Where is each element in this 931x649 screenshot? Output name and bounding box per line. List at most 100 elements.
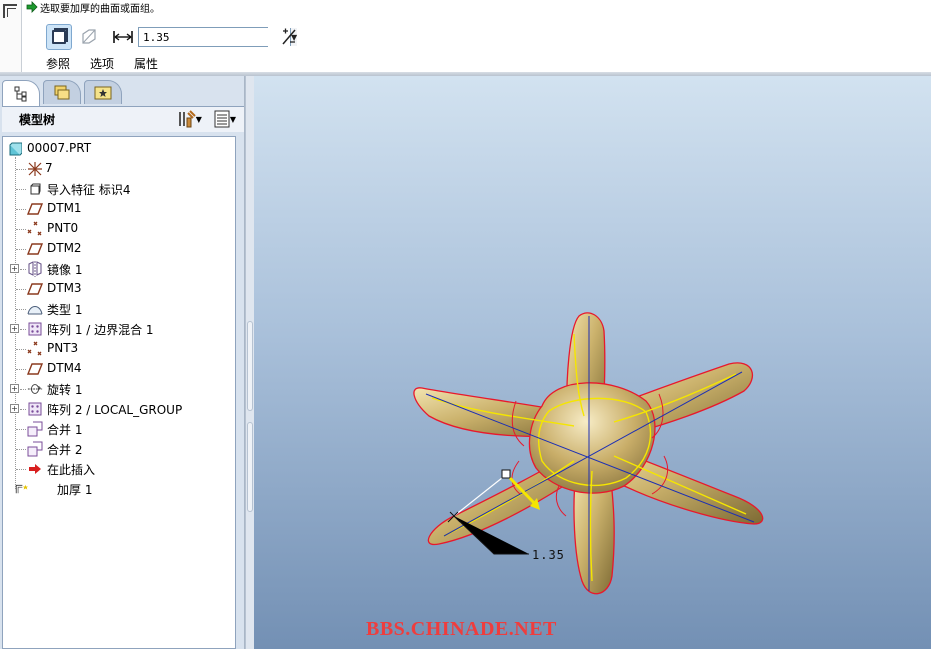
folder-browser-icon bbox=[54, 85, 70, 99]
tree-item-label: 合并 2 bbox=[47, 443, 83, 457]
tree-item[interactable]: 7 bbox=[3, 159, 235, 179]
tab-references[interactable]: 参照 bbox=[46, 55, 70, 72]
tree-item-label: DTM2 bbox=[47, 241, 82, 255]
tree-item-label: 合并 1 bbox=[47, 423, 83, 437]
tree-item-label: 镜像 1 bbox=[47, 263, 83, 277]
tree-item-label: 导入特征 标识4 bbox=[47, 183, 131, 197]
tree-item[interactable]: + 阵列 2 / LOCAL_GROUP bbox=[3, 399, 235, 419]
tools-icon bbox=[178, 110, 196, 128]
tree-item[interactable]: + 旋转 1 bbox=[3, 379, 235, 399]
datum-plane-icon bbox=[27, 241, 43, 257]
tab-properties[interactable]: 属性 bbox=[134, 55, 158, 72]
tree-item-label: PNT0 bbox=[47, 221, 79, 235]
datum-plane-icon bbox=[27, 361, 43, 377]
solid-thicken-button[interactable] bbox=[46, 24, 72, 50]
graphics-window[interactable]: 1.35 BBS.CHINADE.NET bbox=[254, 76, 931, 649]
tree-item[interactable]: DTM3 bbox=[3, 279, 235, 299]
tree-item[interactable]: 在此插入 bbox=[3, 459, 235, 479]
tree-settings-button[interactable]: ▼ bbox=[176, 110, 202, 128]
expand-icon[interactable]: + bbox=[10, 324, 19, 333]
dimension-label[interactable]: 1.35 bbox=[532, 548, 565, 562]
expand-icon[interactable]: + bbox=[10, 384, 19, 393]
tree-item[interactable]: + 镜像 1 bbox=[3, 259, 235, 279]
navigator-panel: 模型树 ▼ ▼ 00007.PRT 7 导入特征 标识4 DTM1 PNT0 D… bbox=[0, 76, 245, 649]
tree-root[interactable]: 00007.PRT bbox=[3, 139, 235, 159]
tree-item-label: 旋转 1 bbox=[47, 383, 83, 397]
thicken-dashboard: 选取要加厚的曲面或面组。 ▼ bbox=[0, 0, 931, 76]
expand-icon[interactable]: + bbox=[10, 404, 19, 413]
remove-material-icon bbox=[82, 29, 96, 44]
tree-item[interactable]: 类型 1 bbox=[3, 299, 235, 319]
tree-root-label: 00007.PRT bbox=[27, 141, 92, 155]
model-tree-header: 模型树 ▼ ▼ bbox=[2, 106, 244, 132]
tree-item-label: 类型 1 bbox=[47, 303, 83, 317]
prompt-message: 选取要加厚的曲面或面组。 bbox=[40, 3, 160, 15]
favorites-icon bbox=[94, 86, 112, 99]
tree-item[interactable]: PNT3 bbox=[3, 339, 235, 359]
thickness-input[interactable] bbox=[139, 28, 290, 46]
model-tree-title: 模型树 bbox=[19, 113, 56, 127]
coord-system-icon bbox=[27, 161, 43, 177]
merge-icon bbox=[27, 441, 43, 457]
dashboard-controls: ▼ bbox=[46, 24, 300, 50]
tree-item-label: DTM4 bbox=[47, 361, 82, 375]
tree-item-label: DTM3 bbox=[47, 281, 82, 295]
tree-item[interactable]: 导入特征 标识4 bbox=[3, 179, 235, 199]
pattern-icon bbox=[27, 321, 43, 337]
thicken-icon bbox=[15, 481, 31, 497]
datum-point-icon bbox=[27, 341, 43, 357]
starfish-model[interactable] bbox=[413, 312, 764, 595]
tree-item-label: 阵列 1 / 边界混合 1 bbox=[47, 323, 154, 337]
datum-plane-icon bbox=[27, 201, 43, 217]
model-tree-tab-icon bbox=[14, 86, 27, 101]
model-tree-list: 00007.PRT 7 导入特征 标识4 DTM1 PNT0 DTM2 + 镜像… bbox=[3, 139, 235, 499]
watermark-text: BBS.CHINADE.NET bbox=[366, 618, 557, 640]
tree-item[interactable]: 合并 1 bbox=[3, 419, 235, 439]
tab-options[interactable]: 选项 bbox=[90, 55, 114, 72]
tree-item[interactable]: 合并 2 bbox=[3, 439, 235, 459]
datum-point-icon bbox=[27, 221, 43, 237]
model-tree-toolbar: ▼ ▼ bbox=[164, 110, 236, 128]
tree-item-label: PNT3 bbox=[47, 341, 79, 355]
flip-direction-button[interactable] bbox=[278, 26, 300, 48]
tree-item[interactable]: + 阵列 1 / 边界混合 1 bbox=[3, 319, 235, 339]
tree-item[interactable]: DTM2 bbox=[3, 239, 235, 259]
revolve-icon bbox=[27, 381, 43, 397]
model-tree: 00007.PRT 7 导入特征 标识4 DTM1 PNT0 DTM2 + 镜像… bbox=[2, 136, 236, 649]
favorites-tab[interactable] bbox=[84, 80, 122, 104]
merge-icon bbox=[27, 421, 43, 437]
tree-item-label: DTM1 bbox=[47, 201, 82, 215]
dashboard-tabs: 参照 选项 属性 bbox=[46, 55, 178, 72]
expand-icon[interactable]: + bbox=[10, 264, 19, 273]
surface-icon bbox=[27, 301, 43, 317]
splitter-grip[interactable] bbox=[247, 321, 253, 411]
tree-item[interactable]: DTM4 bbox=[3, 359, 235, 379]
panel-splitter[interactable] bbox=[245, 76, 254, 649]
tree-item-label: 7 bbox=[45, 161, 53, 175]
drag-handle[interactable] bbox=[501, 469, 511, 479]
tree-show-button[interactable]: ▼ bbox=[214, 110, 236, 128]
tree-item-label: 阵列 2 / LOCAL_GROUP bbox=[47, 403, 183, 417]
model-view[interactable] bbox=[254, 76, 931, 649]
message-row: 选取要加厚的曲面或面组。 bbox=[26, 0, 160, 15]
remove-material-button[interactable] bbox=[76, 24, 102, 50]
model-tree-tab[interactable] bbox=[2, 80, 40, 106]
datum-plane-icon bbox=[27, 281, 43, 297]
tree-item[interactable]: DTM1 bbox=[3, 199, 235, 219]
pattern-icon bbox=[27, 401, 43, 417]
prompt-arrow-icon bbox=[26, 1, 38, 13]
thickness-dimension-icon bbox=[112, 26, 134, 48]
folder-browser-tab[interactable] bbox=[43, 80, 81, 104]
insert-here-icon bbox=[27, 461, 43, 477]
thicken-feature-icon bbox=[3, 4, 17, 18]
tree-item-label: 在此插入 bbox=[47, 463, 96, 477]
mirror-icon bbox=[27, 261, 43, 277]
thickness-combo[interactable]: ▼ bbox=[138, 27, 298, 47]
solid-icon bbox=[52, 28, 68, 44]
splitter-grip[interactable] bbox=[247, 422, 253, 512]
chevron-down-icon: ▼ bbox=[195, 114, 202, 124]
chevron-down-icon: ▼ bbox=[229, 114, 236, 124]
tree-item[interactable]: 加厚 1 bbox=[3, 479, 235, 499]
tree-item[interactable]: PNT0 bbox=[3, 219, 235, 239]
navigator-tabs bbox=[2, 80, 125, 106]
